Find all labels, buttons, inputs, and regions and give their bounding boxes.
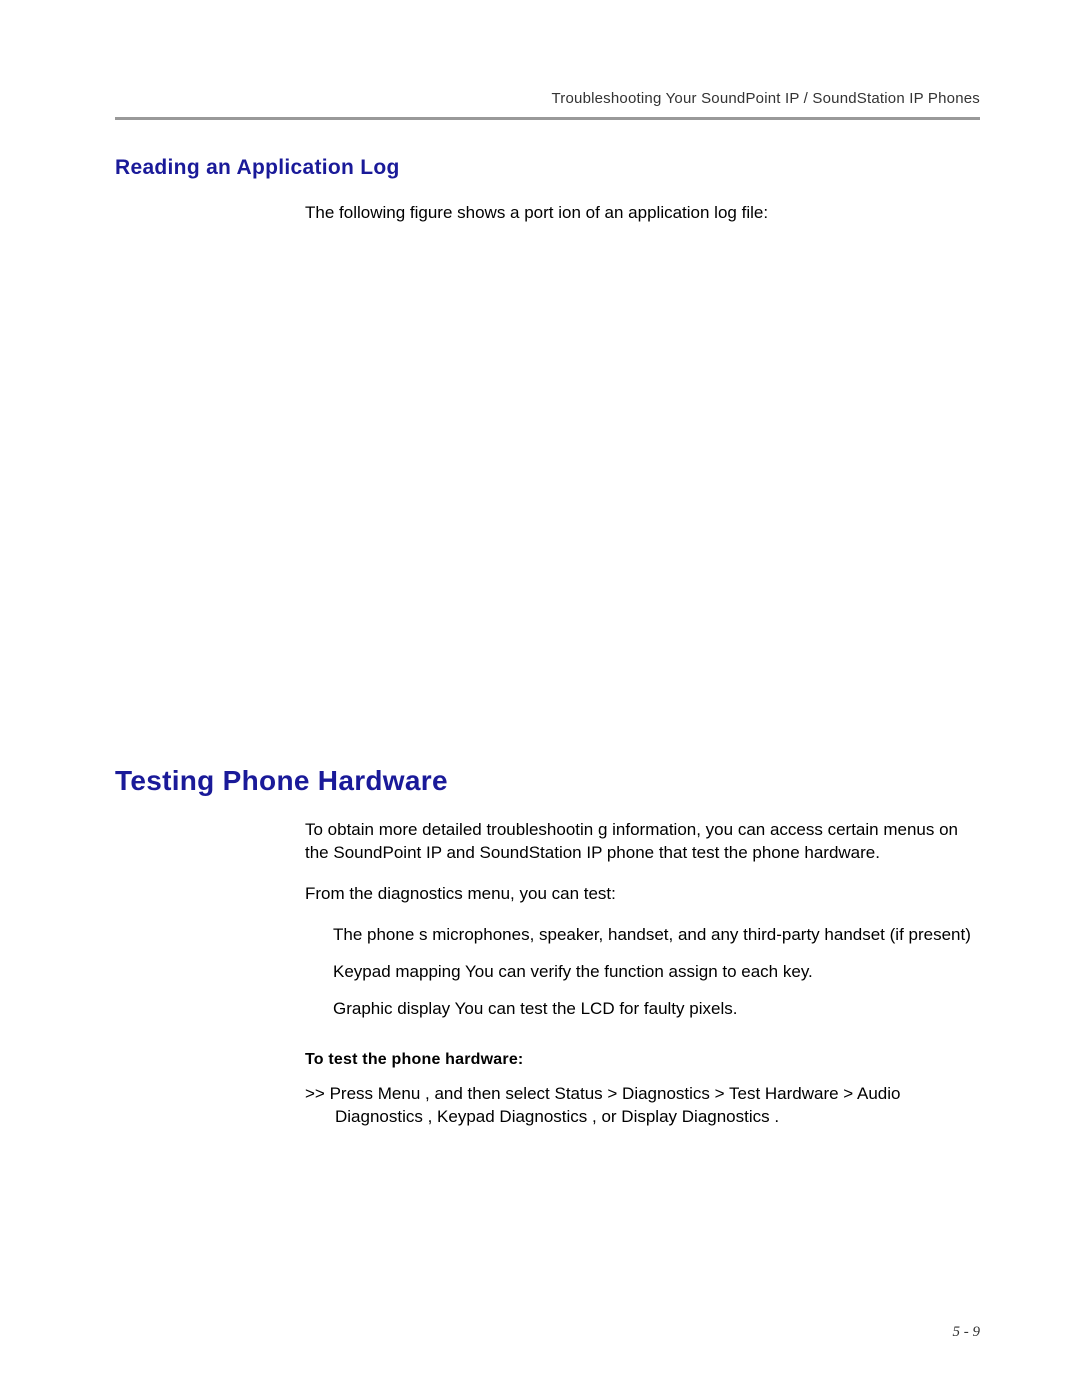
intro-paragraph: The following figure shows a port ion of…: [305, 202, 980, 225]
header-divider: [115, 117, 980, 120]
section-heading-reading-log: Reading an Application Log: [115, 156, 980, 180]
list-item: The phone s microphones, speaker, handse…: [333, 924, 980, 947]
section-heading-testing-hardware: Testing Phone Hardware: [115, 765, 980, 797]
procedure-step: >> Press Menu , and then select Status >…: [305, 1083, 980, 1129]
procedure-subheading: To test the phone hardware:: [305, 1051, 980, 1069]
chapter-header: Troubleshooting Your SoundPoint IP / Sou…: [115, 90, 980, 107]
paragraph-diagnostics-intro: From the diagnostics menu, you can test:: [305, 883, 980, 906]
document-page: Troubleshooting Your SoundPoint IP / Sou…: [0, 0, 1080, 1192]
list-item: Keypad mapping You can verify the functi…: [333, 961, 980, 984]
page-number: 5 - 9: [953, 1324, 981, 1341]
paragraph-hardware-intro: To obtain more detailed troubleshootin g…: [305, 819, 980, 865]
list-item: Graphic display You can test the LCD for…: [333, 998, 980, 1021]
